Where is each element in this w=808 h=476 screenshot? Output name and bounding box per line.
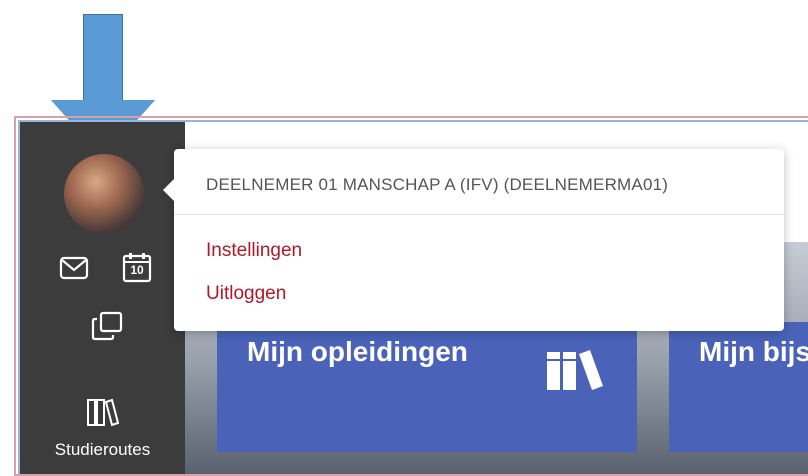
studieroutes-label[interactable]: Studieroutes: [20, 440, 185, 460]
windows-icon[interactable]: [90, 310, 124, 342]
tile-mijn-bijs[interactable]: Mijn bijs: [669, 322, 808, 452]
menu-item-instellingen[interactable]: Instellingen: [206, 240, 302, 262]
user-avatar[interactable]: [64, 154, 144, 234]
books-icon[interactable]: [86, 396, 120, 428]
tile-title: Mijn opleidingen: [247, 336, 468, 367]
calendar-day: 10: [130, 263, 144, 277]
books-icon: [545, 346, 605, 395]
calendar-icon[interactable]: 10: [120, 250, 154, 284]
tile-title: Mijn bijs: [699, 336, 808, 367]
menu-item-uitloggen[interactable]: Uitloggen: [206, 283, 286, 305]
mail-icon[interactable]: [58, 254, 90, 282]
tile-mijn-opleidingen[interactable]: Mijn opleidingen: [217, 322, 637, 452]
popover-caret: [163, 179, 174, 201]
divider: [174, 214, 784, 215]
user-name: DEELNEMER 01 MANSCHAP A (IFV) (DEELNEMER…: [206, 175, 669, 194]
sidebar: 10 Studieroutes: [20, 122, 185, 474]
user-menu-popover: DEELNEMER 01 MANSCHAP A (IFV) (DEELNEMER…: [163, 149, 784, 331]
